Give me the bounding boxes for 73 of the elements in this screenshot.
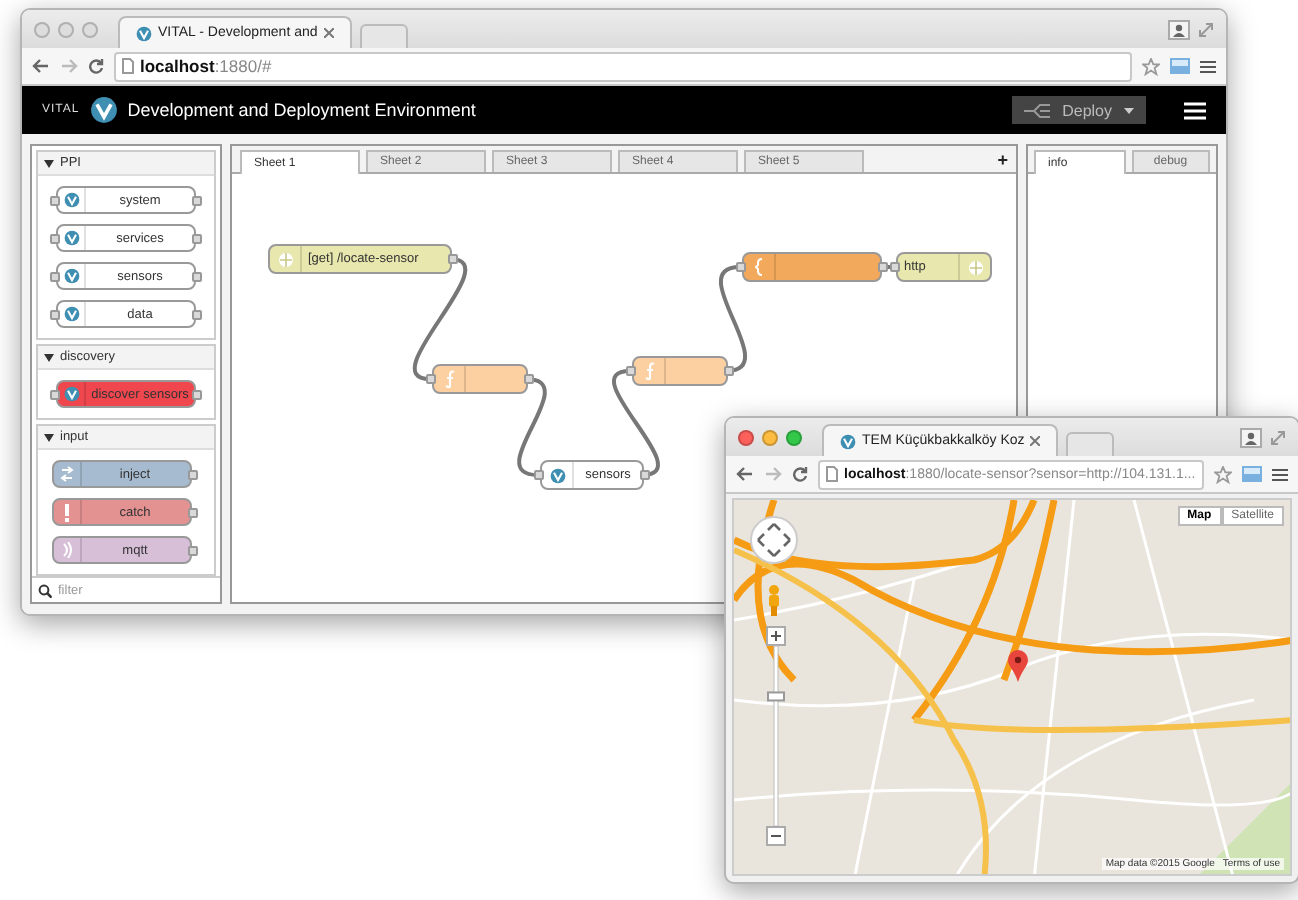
caret-icon (44, 433, 54, 441)
globe-icon (967, 259, 983, 275)
app-title: Development and Deployment Environment (127, 100, 476, 120)
slider-thumb[interactable] (767, 691, 785, 702)
port-handle[interactable] (192, 195, 202, 205)
round-logo-icon (63, 268, 79, 284)
menu-icon[interactable] (1272, 467, 1288, 481)
round-logo-icon (63, 386, 79, 402)
port-handle[interactable] (187, 545, 197, 555)
round-logo-icon (63, 306, 79, 322)
signal-icon (60, 542, 72, 558)
favicon-icon (840, 433, 856, 449)
star-icon[interactable] (1214, 465, 1232, 483)
user-icon[interactable] (1168, 19, 1190, 39)
flow-node[interactable] (632, 356, 728, 386)
fullscreen-icon[interactable] (1270, 429, 1286, 445)
round-logo-icon (63, 192, 79, 208)
flow-icon (1024, 103, 1051, 117)
extension-icon[interactable] (1242, 466, 1262, 482)
port-handle[interactable] (187, 507, 197, 517)
reload-icon[interactable] (792, 466, 808, 482)
port-handle[interactable] (724, 366, 734, 376)
caret-icon (44, 353, 54, 361)
forward-icon[interactable] (60, 58, 78, 74)
logo-icon (89, 96, 118, 124)
port-handle[interactable] (192, 309, 202, 319)
zoom-out-button[interactable] (766, 826, 786, 846)
wire (719, 265, 747, 373)
close-icon[interactable] (1030, 436, 1041, 446)
port-handle[interactable] (192, 389, 202, 399)
arrows-icon (59, 466, 73, 482)
reload-icon[interactable] (88, 58, 104, 74)
search-icon (38, 583, 52, 597)
wire (517, 377, 547, 477)
user-icon[interactable] (1240, 427, 1262, 447)
exclamation-icon (63, 503, 69, 521)
round-logo-icon (549, 467, 565, 483)
close-icon[interactable] (323, 28, 334, 38)
flow-node[interactable] (432, 364, 528, 394)
back-icon[interactable] (736, 466, 754, 482)
zoom-in-button[interactable] (766, 626, 786, 646)
forward-icon[interactable] (764, 466, 782, 482)
fullscreen-icon[interactable] (1198, 21, 1214, 37)
brace-icon (754, 258, 764, 276)
caret-icon (1124, 107, 1134, 113)
port-handle[interactable] (524, 374, 534, 384)
port-handle[interactable] (448, 254, 458, 264)
port-handle[interactable] (192, 233, 202, 243)
new-tab-button[interactable] (359, 24, 408, 48)
function-icon (443, 370, 455, 388)
function-icon (643, 362, 655, 380)
menu-icon[interactable] (1200, 59, 1216, 73)
map-pin-icon[interactable] (1008, 650, 1028, 682)
page-icon (826, 466, 838, 482)
extension-icon[interactable] (1170, 58, 1190, 74)
caret-icon (44, 159, 54, 167)
round-logo-icon (63, 230, 79, 246)
favicon-icon (136, 25, 152, 41)
add-sheet-button[interactable]: + (997, 149, 1008, 169)
deploy-button[interactable]: Deploy (1012, 96, 1146, 124)
star-icon[interactable] (1142, 57, 1160, 75)
port-handle[interactable] (192, 271, 202, 281)
zoom-slider[interactable] (767, 645, 785, 827)
port-handle[interactable] (640, 470, 650, 480)
pegman-icon[interactable] (766, 584, 782, 616)
address-field[interactable]: localhost:1880/# (114, 51, 1132, 81)
back-icon[interactable] (32, 58, 50, 74)
globe-icon (277, 251, 293, 267)
flow-node[interactable] (742, 252, 882, 282)
new-tab-button[interactable] (1066, 432, 1115, 456)
port-handle[interactable] (187, 469, 197, 479)
pan-control-icon[interactable] (750, 516, 798, 564)
page-icon (122, 58, 134, 74)
